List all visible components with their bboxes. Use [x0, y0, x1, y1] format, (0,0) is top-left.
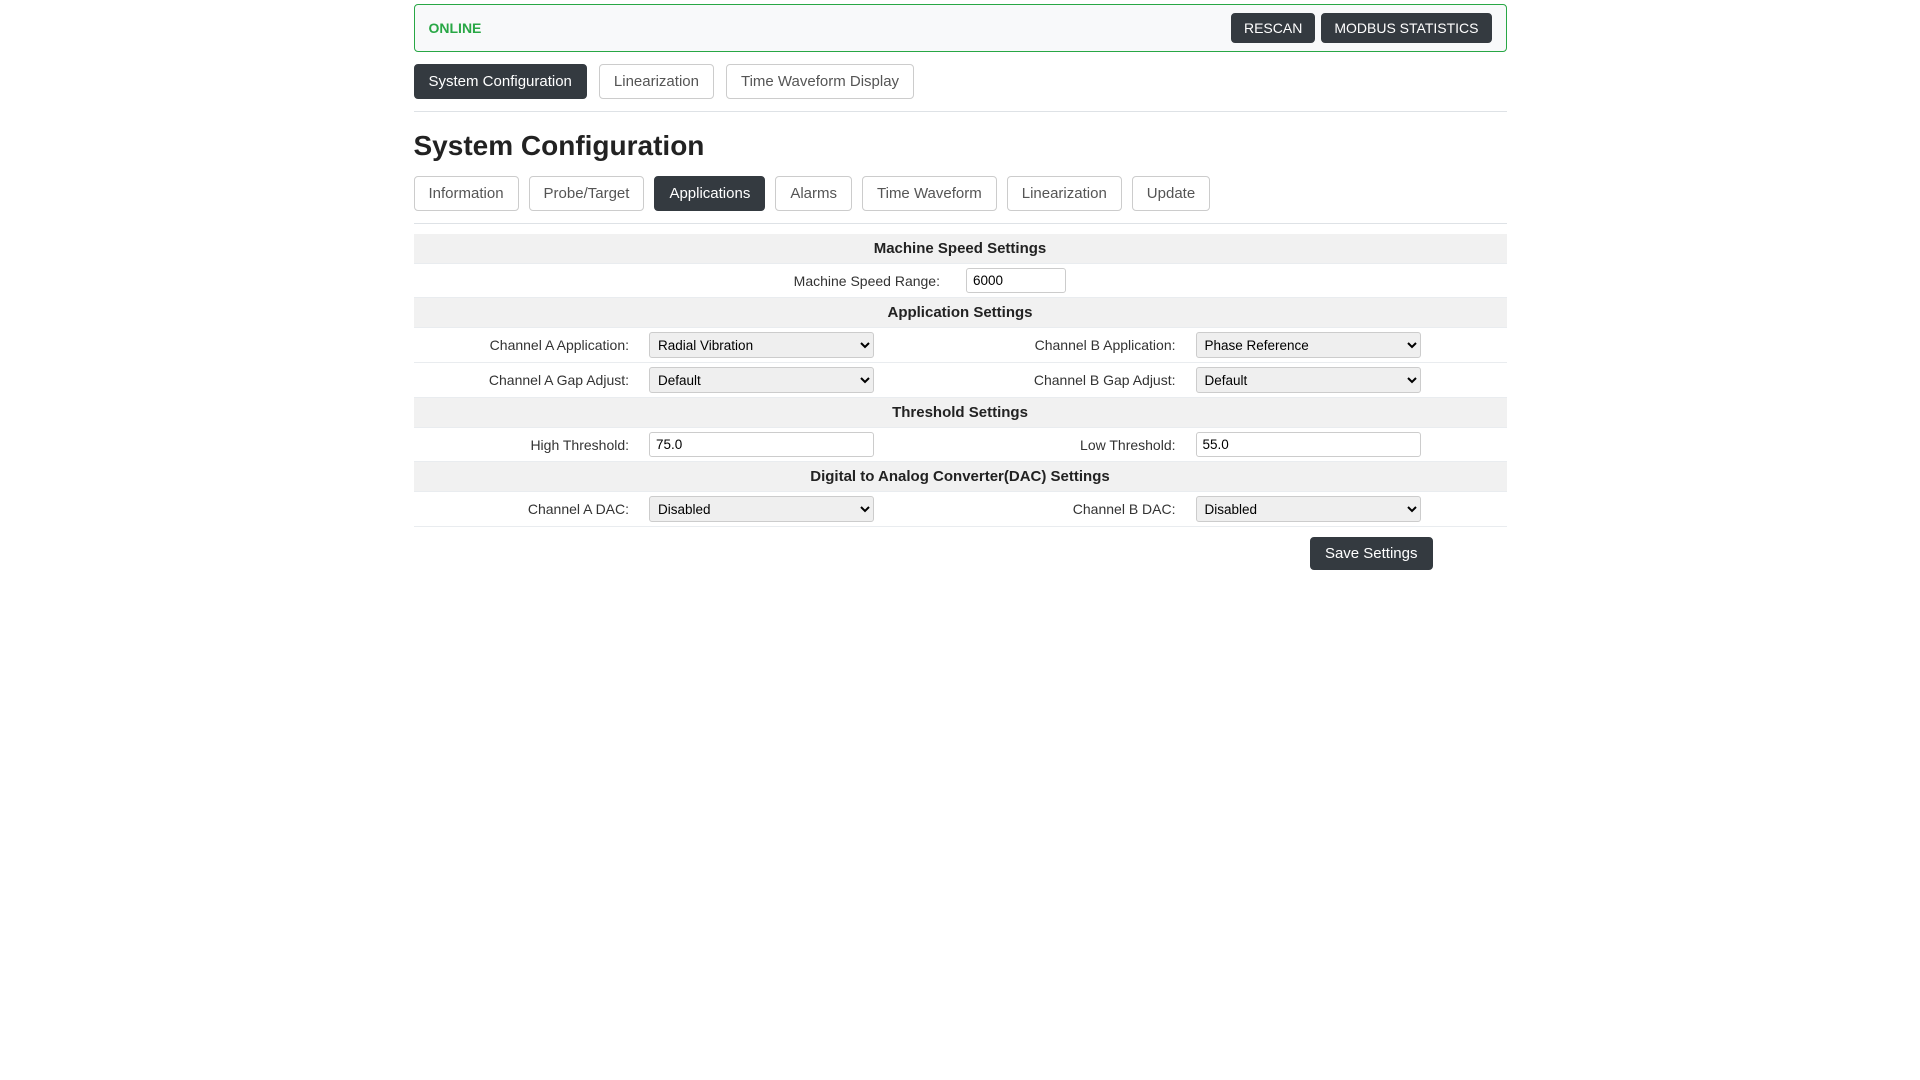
tab-linearization[interactable]: Linearization [599, 64, 714, 99]
section-header-machine-speed: Machine Speed Settings [414, 234, 1507, 264]
input-machine-speed-range[interactable] [966, 268, 1066, 293]
status-label: ONLINE [429, 20, 482, 36]
label-channel-a-application: Channel A Application: [414, 328, 644, 363]
select-channel-b-dac[interactable]: Disabled [1196, 496, 1421, 522]
label-low-threshold: Low Threshold: [960, 428, 1190, 462]
top-tabs: System Configuration Linearization Time … [414, 52, 1507, 112]
label-channel-a-gap-adjust: Channel A Gap Adjust: [414, 363, 644, 398]
label-channel-b-application: Channel B Application: [960, 328, 1190, 363]
section-header-application: Application Settings [414, 298, 1507, 328]
select-channel-a-application[interactable]: Radial Vibration [649, 332, 874, 358]
label-high-threshold: High Threshold: [414, 428, 644, 462]
rescan-button[interactable]: RESCAN [1231, 13, 1315, 43]
label-machine-speed-range: Machine Speed Range: [414, 264, 960, 298]
tab-time-waveform-display[interactable]: Time Waveform Display [726, 64, 914, 99]
subtab-linearization[interactable]: Linearization [1007, 176, 1122, 211]
section-header-dac: Digital to Analog Converter(DAC) Setting… [414, 462, 1507, 492]
subtab-update[interactable]: Update [1132, 176, 1210, 211]
label-channel-a-dac: Channel A DAC: [414, 492, 644, 527]
input-high-threshold[interactable] [649, 432, 874, 457]
select-channel-a-gap-adjust[interactable]: Default [649, 367, 874, 393]
input-low-threshold[interactable] [1196, 432, 1421, 457]
select-channel-a-dac[interactable]: Disabled [649, 496, 874, 522]
save-settings-button[interactable]: Save Settings [1310, 537, 1433, 570]
subtab-alarms[interactable]: Alarms [775, 176, 852, 211]
subtab-time-waveform[interactable]: Time Waveform [862, 176, 997, 211]
settings-table: Machine Speed Settings Machine Speed Ran… [414, 234, 1507, 527]
status-bar: ONLINE RESCAN MODBUS STATISTICS [414, 4, 1507, 52]
subtab-applications[interactable]: Applications [654, 176, 765, 211]
select-channel-b-application[interactable]: Phase Reference [1196, 332, 1421, 358]
page-title: System Configuration [414, 130, 1507, 162]
subtab-probe-target[interactable]: Probe/Target [529, 176, 645, 211]
select-channel-b-gap-adjust[interactable]: Default [1196, 367, 1421, 393]
label-channel-b-dac: Channel B DAC: [960, 492, 1190, 527]
subtab-information[interactable]: Information [414, 176, 519, 211]
modbus-stats-button[interactable]: MODBUS STATISTICS [1321, 13, 1491, 43]
tab-system-configuration[interactable]: System Configuration [414, 64, 587, 99]
label-channel-b-gap-adjust: Channel B Gap Adjust: [960, 363, 1190, 398]
sub-tabs: Information Probe/Target Applications Al… [414, 176, 1507, 224]
section-header-threshold: Threshold Settings [414, 398, 1507, 428]
